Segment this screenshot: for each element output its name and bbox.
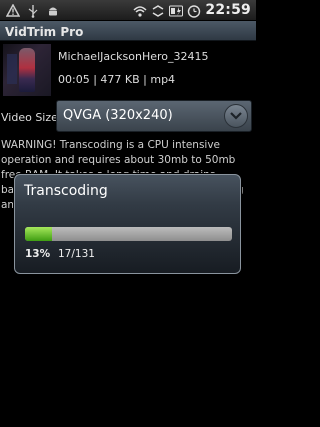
transcoding-dialog: Transcoding 13% 17/131	[14, 174, 241, 274]
app-title-bar: VidTrim Pro	[0, 21, 256, 41]
usb-icon	[26, 3, 40, 18]
battery-status-icon	[169, 3, 184, 17]
video-size-value: QVGA (320x240)	[63, 108, 173, 123]
video-size-select[interactable]: QVGA (320x240)	[56, 100, 252, 132]
progress-fill	[25, 227, 52, 241]
dialog-title: Transcoding	[24, 183, 108, 199]
android-icon	[46, 3, 60, 17]
video-thumbnail[interactable]	[3, 44, 51, 96]
progress-count: 17/131	[58, 248, 95, 260]
alarm-icon	[187, 3, 201, 18]
wifi-icon	[133, 3, 147, 17]
video-name: MichaelJacksonHero_32415	[58, 50, 209, 63]
chevron-down-icon[interactable]	[224, 104, 248, 128]
status-time: 22:59	[205, 2, 251, 18]
sync-icon	[151, 3, 165, 17]
debug-icon	[5, 3, 21, 17]
progress-bar	[25, 227, 232, 241]
progress-percent: 13%	[25, 248, 51, 260]
app-title: VidTrim Pro	[5, 25, 84, 39]
video-size-label: Video Size:	[1, 111, 62, 124]
status-bar: 22:59	[0, 0, 256, 21]
video-meta: 00:05 | 477 KB | mp4	[58, 73, 176, 86]
